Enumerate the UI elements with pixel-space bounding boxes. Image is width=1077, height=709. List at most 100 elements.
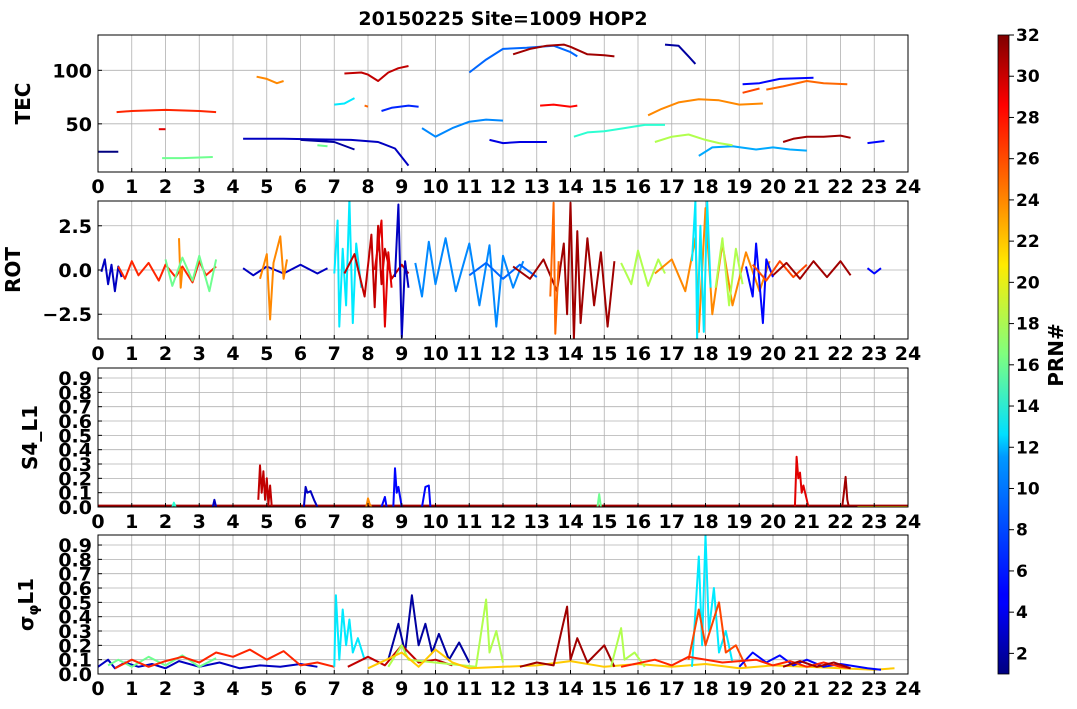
x-tick-label: 18 bbox=[692, 176, 718, 198]
x-tick-label: 14 bbox=[557, 176, 583, 198]
x-tick-label: 12 bbox=[490, 343, 516, 365]
colorbar-tick-label: 2 bbox=[1016, 644, 1028, 664]
x-tick-label: 0 bbox=[91, 678, 104, 700]
series-prn-18 bbox=[714, 237, 744, 307]
x-tick-label: 20 bbox=[760, 176, 786, 198]
figure: 20150225 Site=1009 HOP2 0 1 2 3 4 5 6 7 8 9 10 11 12… bbox=[1, 8, 1068, 700]
colorbar-tick-label: 12 bbox=[1016, 438, 1040, 458]
x-tick-label: 0 bbox=[91, 343, 104, 365]
x-tick-label: 16 bbox=[625, 511, 651, 533]
x-tick-label: 23 bbox=[861, 678, 887, 700]
y-tick-label: 0.9 bbox=[58, 368, 92, 390]
x-tick-label: 9 bbox=[395, 343, 408, 365]
series-prn-16 bbox=[317, 144, 328, 148]
x-tick-label: 5 bbox=[260, 511, 273, 533]
x-tick-label: 22 bbox=[827, 343, 853, 365]
panel-rot: 0 1 2 3 4 5 6 7 8 9 10 11 12 13 14 15 16 17 18 19 20 21 22 23 24… bbox=[1, 200, 921, 365]
x-tick-label: 15 bbox=[591, 343, 617, 365]
x-tick-label: 23 bbox=[861, 511, 887, 533]
colorbar-gradient bbox=[997, 34, 1010, 675]
x-tick-label: 11 bbox=[456, 176, 482, 198]
x-tick-label: 4 bbox=[226, 343, 239, 365]
series-prn-4 bbox=[489, 138, 547, 145]
series-prn-2 bbox=[664, 43, 697, 65]
x-tick-label: 6 bbox=[294, 176, 307, 198]
x-tick-label: 3 bbox=[193, 511, 206, 533]
s4-grid bbox=[97, 368, 909, 508]
x-tick-label: 8 bbox=[361, 511, 374, 533]
y-tick-label: 50 bbox=[66, 114, 92, 136]
x-tick-label: 8 bbox=[361, 343, 374, 365]
x-tick-label: 1 bbox=[125, 343, 138, 365]
x-tick-label: 12 bbox=[490, 678, 516, 700]
x-tick-label: 9 bbox=[395, 511, 408, 533]
x-tick-label: 10 bbox=[422, 176, 448, 198]
s4-ylabel: S4_L1 bbox=[18, 405, 42, 470]
x-tick-label: 24 bbox=[895, 678, 921, 700]
x-tick-label: 24 bbox=[895, 511, 921, 533]
colorbar-tick-label: 26 bbox=[1016, 150, 1040, 170]
tec-grid bbox=[97, 35, 909, 172]
x-tick-label: 17 bbox=[659, 678, 685, 700]
colorbar-tick-label: 24 bbox=[1016, 191, 1040, 211]
series-prn-30 bbox=[257, 464, 273, 507]
x-tick-label: 15 bbox=[591, 176, 617, 198]
x-tick-label: 24 bbox=[895, 343, 921, 365]
series-prn-3 bbox=[302, 485, 319, 507]
colorbar-tick-label: 6 bbox=[1016, 562, 1028, 582]
x-tick-label: 11 bbox=[456, 511, 482, 533]
x-tick-label: 13 bbox=[524, 511, 550, 533]
x-tick-label: 17 bbox=[659, 176, 685, 198]
y-tick-label: 2.5 bbox=[58, 216, 92, 238]
series-prn-2 bbox=[300, 138, 355, 151]
x-tick-label: 20 bbox=[760, 343, 786, 365]
x-tick-label: 7 bbox=[328, 176, 341, 198]
y-tick-label: 100 bbox=[52, 60, 92, 82]
series-prn-28 bbox=[540, 103, 578, 108]
colorbar-tick-label: 18 bbox=[1016, 315, 1040, 335]
series-prn-5 bbox=[867, 140, 885, 145]
x-tick-label: 16 bbox=[625, 176, 651, 198]
series-prn-5 bbox=[421, 484, 432, 507]
x-tick-label: 21 bbox=[794, 511, 820, 533]
x-tick-label: 14 bbox=[557, 678, 583, 700]
x-tick-label: 14 bbox=[557, 511, 583, 533]
colorbar-ticks: 2468101214161820222426283032 bbox=[1009, 26, 1040, 664]
x-tick-label: 8 bbox=[361, 176, 374, 198]
x-tick-label: 17 bbox=[659, 511, 685, 533]
series-prn-16 bbox=[162, 156, 213, 160]
series-prn-5 bbox=[745, 242, 774, 325]
panel-tec: 0 1 2 3 4 5 6 7 8 9 10 11 12 13 14 15 16 17 18 19 20 21 22 23 24… bbox=[11, 34, 921, 198]
tec-ylabel: TEC bbox=[11, 83, 35, 125]
x-tick-label: 3 bbox=[193, 343, 206, 365]
colorbar-tick-label: 16 bbox=[1016, 356, 1040, 376]
colorbar-tick-label: 32 bbox=[1016, 26, 1040, 46]
series-prn-27 bbox=[116, 108, 217, 114]
series-prn-8 bbox=[468, 44, 578, 74]
x-tick-label: 5 bbox=[260, 343, 273, 365]
x-tick-label: 17 bbox=[659, 343, 685, 365]
series-prn-10 bbox=[698, 145, 807, 157]
colorbar-tick-label: 28 bbox=[1016, 108, 1040, 128]
x-tick-label: 18 bbox=[692, 343, 718, 365]
series-prn-24 bbox=[259, 235, 288, 321]
x-tick-label: 7 bbox=[328, 511, 341, 533]
x-tick-label: 3 bbox=[193, 176, 206, 198]
colorbar: 2468101214161820222426283032 PRN# bbox=[997, 26, 1068, 675]
x-tick-label: 10 bbox=[422, 511, 448, 533]
x-tick-label: 1 bbox=[125, 678, 138, 700]
colorbar-tick-label: 8 bbox=[1016, 521, 1028, 541]
series-prn-31 bbox=[841, 475, 850, 507]
x-tick-label: 16 bbox=[625, 343, 651, 365]
series-prn-12 bbox=[334, 97, 355, 106]
series-prn-3 bbox=[100, 258, 123, 293]
panel-sigphi: 0 1 2 3 4 5 6 7 8 9 10 11 12 13 14 15 16 17 18 19 20 21 22 23 24… bbox=[14, 534, 921, 700]
series-prn-9 bbox=[421, 118, 504, 138]
y-tick-label: −2.5 bbox=[42, 304, 92, 326]
colorbar-tick-label: 30 bbox=[1016, 67, 1040, 87]
x-tick-label: 2 bbox=[159, 511, 172, 533]
x-tick-label: 9 bbox=[395, 678, 408, 700]
series-prn-14 bbox=[573, 123, 665, 138]
x-tick-label: 12 bbox=[490, 511, 516, 533]
x-tick-label: 10 bbox=[422, 678, 448, 700]
